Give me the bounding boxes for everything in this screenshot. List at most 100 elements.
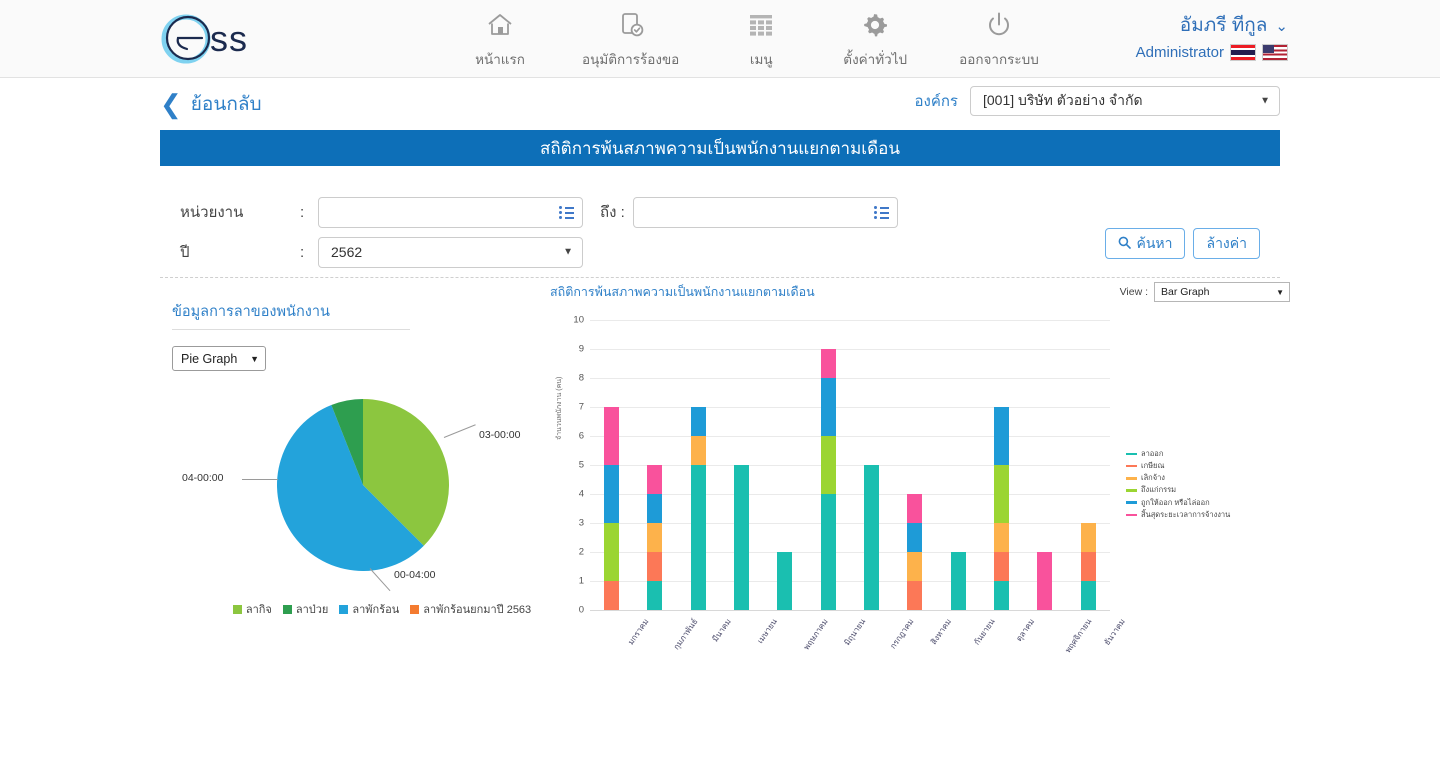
list-picker-icon[interactable]	[559, 206, 574, 219]
bar-segment[interactable]	[604, 465, 620, 523]
bar-segment[interactable]	[734, 465, 750, 610]
stacked-bar[interactable]	[864, 465, 880, 610]
legend-item[interactable]: ลาป่วย	[282, 600, 328, 618]
stacked-bar[interactable]	[647, 465, 663, 610]
legend-item[interactable]: ถูกให้ออก หรือไล่ออก	[1126, 497, 1230, 509]
y-axis-tick: 5	[578, 459, 584, 471]
stacked-bar[interactable]	[777, 552, 793, 610]
nav-item-general-settings[interactable]: ตั้งค่าทั่วไป	[843, 8, 907, 70]
bar-slot: มีนาคม	[677, 320, 733, 643]
bar-segment[interactable]	[1080, 581, 1096, 610]
legend-item[interactable]: ลาพักร้อนยกมาปี 2563	[410, 600, 531, 618]
bar-segment[interactable]	[1080, 552, 1096, 581]
nav-label-approve-request: อนุมัติการร้องขอ	[582, 52, 680, 67]
ess-logo-icon	[160, 12, 214, 66]
chevron-down-icon: ▼	[563, 246, 573, 258]
nav-item-approve-request[interactable]: อนุมัติการร้องขอ	[582, 8, 679, 70]
bar-segment[interactable]	[994, 552, 1010, 581]
bar-segment[interactable]	[647, 552, 663, 581]
legend-item[interactable]: เลิกจ้าง	[1126, 472, 1230, 484]
bar-slot: ธันวาคม	[1067, 320, 1127, 647]
bar-segment[interactable]	[1037, 552, 1053, 610]
bar-segment[interactable]	[820, 436, 836, 494]
bar-segment[interactable]	[647, 581, 663, 610]
legend-item[interactable]: เกษียณ	[1126, 460, 1230, 472]
pie-graphic[interactable]	[277, 399, 449, 571]
search-button[interactable]: ค้นหา	[1105, 228, 1186, 259]
view-select[interactable]: Bar Graph ▼	[1154, 282, 1290, 302]
bar-segment[interactable]	[1080, 523, 1096, 552]
bar-segment[interactable]	[820, 494, 836, 610]
year-select[interactable]: 2562 ▼	[318, 236, 583, 268]
bar-segment[interactable]	[907, 552, 923, 581]
chevron-down-icon: ▼	[1276, 287, 1284, 297]
stacked-bar[interactable]	[1080, 523, 1096, 610]
stacked-bar[interactable]	[950, 552, 966, 610]
user-name-row[interactable]: อัมภรี ทีกูล ⌄	[1136, 12, 1288, 40]
x-axis-tick: มิถุนายน	[842, 617, 868, 648]
stacked-bar[interactable]	[734, 465, 750, 610]
bar-segment[interactable]	[994, 465, 1010, 523]
bar-segment[interactable]	[864, 465, 880, 610]
bar-segment[interactable]	[994, 523, 1010, 552]
bar-segment[interactable]	[820, 349, 836, 378]
bar-segment[interactable]	[647, 523, 663, 552]
user-name: อัมภรี ทีกูล	[1179, 15, 1268, 36]
bar-segment[interactable]	[647, 494, 663, 523]
bar-segment[interactable]	[690, 465, 706, 610]
list-picker-icon[interactable]	[873, 206, 889, 219]
bar-segment[interactable]	[907, 581, 923, 610]
department-input[interactable]	[319, 197, 582, 227]
stacked-bar[interactable]	[604, 407, 620, 610]
app-logo[interactable]: ss	[160, 12, 248, 66]
chevron-down-icon[interactable]: ⌄	[1275, 16, 1288, 38]
bar-segment[interactable]	[820, 378, 836, 436]
stacked-bar[interactable]	[820, 349, 836, 610]
legend-item[interactable]: ลาออก	[1126, 448, 1230, 460]
gridline	[590, 610, 1110, 611]
stacked-bar[interactable]	[690, 407, 706, 610]
bar-segment[interactable]	[907, 523, 923, 552]
stacked-bar[interactable]	[994, 407, 1010, 610]
to-input[interactable]	[633, 197, 897, 227]
x-axis-tick: ธันวาคม	[1102, 617, 1128, 647]
chevron-down-icon: ▼	[1260, 95, 1270, 107]
nav-item-home[interactable]: หน้าแรก	[470, 8, 530, 70]
organization-select[interactable]: [001] บริษัท ตัวอย่าง จำกัด ▼	[970, 86, 1280, 116]
bar-segment[interactable]	[777, 552, 793, 610]
bar-segment[interactable]	[994, 407, 1010, 465]
pie-label-03: 03-00:00	[479, 429, 521, 441]
bar-segment[interactable]	[994, 581, 1010, 610]
bar-segment[interactable]	[950, 552, 966, 610]
bar-segment[interactable]	[604, 523, 620, 581]
x-axis-tick: พฤษภาคม	[801, 617, 830, 652]
pie-leader-line	[242, 479, 278, 480]
nav-item-logout[interactable]: ออกจากระบบ	[959, 8, 1039, 70]
nav-item-menu[interactable]: เมนู	[731, 8, 791, 70]
to-input-wrap[interactable]	[632, 196, 898, 228]
bar-segment[interactable]	[907, 494, 923, 523]
stacked-bar[interactable]	[907, 494, 923, 610]
leave-graph-type-select[interactable]: Pie Graph ▼	[172, 346, 266, 371]
bar-segment[interactable]	[647, 465, 663, 494]
stacked-bar[interactable]	[1037, 552, 1053, 610]
legend-item[interactable]: ลากิจ	[232, 600, 272, 618]
bar-segment[interactable]	[604, 407, 620, 465]
bar-segment[interactable]	[604, 581, 620, 610]
user-menu[interactable]: อัมภรี ทีกูล ⌄ Administrator	[1136, 12, 1288, 63]
legend-label: ลาออก	[1141, 449, 1164, 458]
flag-us-icon[interactable]	[1262, 43, 1288, 61]
legend-item[interactable]: ถึงแก่กรรม	[1126, 484, 1230, 496]
back-button[interactable]: ❮ ย้อนกลับ	[160, 89, 262, 119]
clear-button[interactable]: ล้างค่า	[1193, 228, 1260, 259]
legend-item[interactable]: ลาพักร้อน	[339, 600, 399, 618]
y-axis-tick: 3	[578, 517, 584, 529]
bar-chart: จำนวนพนักงาน (คน) 0 1 2 3 4 5 6 7 8 9 10 มกราคม กุมภ…	[550, 315, 1290, 660]
bar-segment[interactable]	[690, 436, 706, 465]
department-input-wrap[interactable]	[318, 196, 583, 228]
legend-item[interactable]: สิ้นสุดระยะเวลาการจ้างงาน	[1126, 509, 1230, 521]
bar-segment[interactable]	[690, 407, 706, 436]
plot-area: 0 1 2 3 4 5 6 7 8 9 10 มกราคม กุมภาพันธ์ มีนาคม เมษายน…	[573, 315, 1127, 655]
flag-th-icon[interactable]	[1230, 43, 1256, 61]
year-value: 2562	[331, 244, 363, 260]
